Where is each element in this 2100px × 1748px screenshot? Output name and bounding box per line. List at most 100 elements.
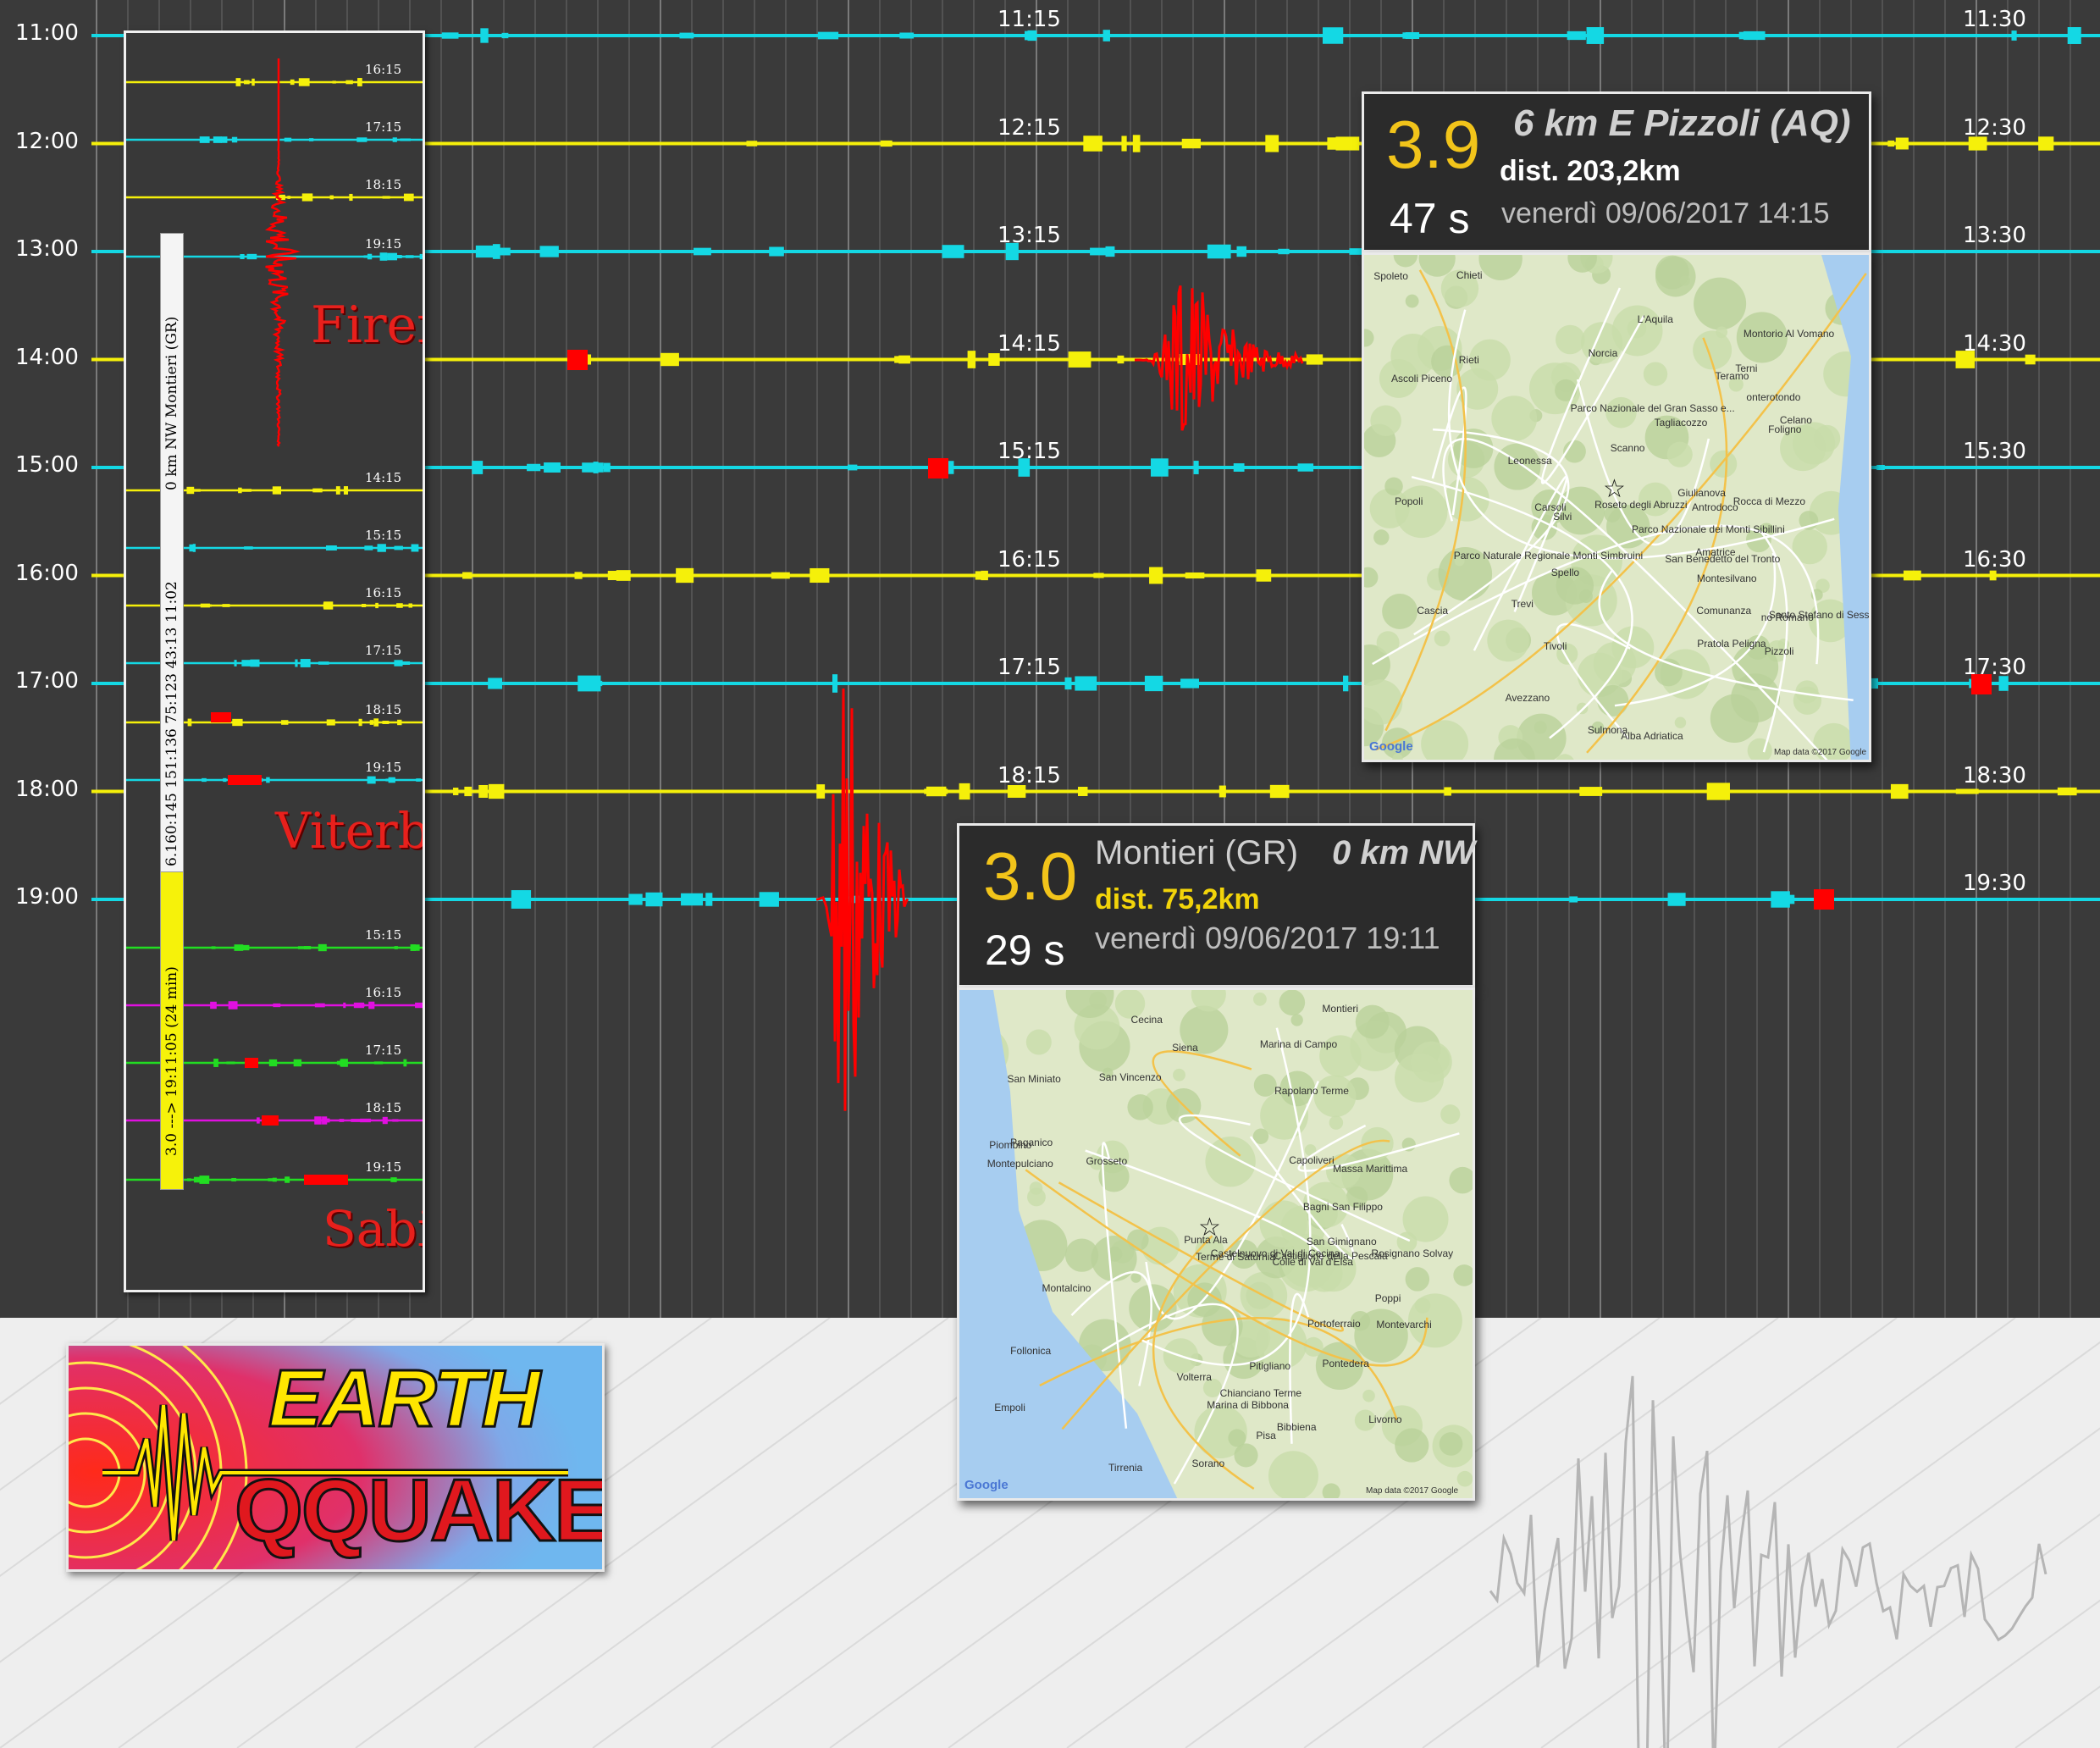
map-vegetation — [1025, 1029, 1052, 1055]
map-place-label: Pontedera — [1322, 1358, 1369, 1370]
map-vegetation — [1322, 1483, 1340, 1498]
panel-burst — [367, 253, 373, 260]
map-vegetation — [1395, 485, 1448, 539]
map-vegetation — [1373, 529, 1390, 545]
panel-burst — [293, 1059, 302, 1067]
map-vegetation — [1655, 256, 1696, 297]
trace-burst — [1567, 30, 1586, 41]
event-card-pizzoli[interactable]: 3.9 6 km E Pizzoli (AQ) dist. 203,2km 47… — [1362, 91, 1871, 252]
map-place-label: Parco Nazionale del Gran Sasso e... — [1570, 401, 1735, 414]
panel-time-label: 19:15 — [365, 236, 402, 252]
map-vegetation — [1402, 1196, 1449, 1242]
map-pizzoli[interactable]: Spello Foligno Trevi Parco Nazionale dei Mo… — [1362, 252, 1871, 762]
panel-burst — [343, 1002, 346, 1009]
trace-burst — [681, 893, 704, 906]
panel-burst — [323, 601, 334, 610]
right-label: 19:30 — [1963, 871, 2026, 896]
panel-burst — [392, 1119, 399, 1122]
panel-time-label: 17:15 — [365, 119, 402, 135]
panel-burst — [367, 776, 376, 784]
map-place-label: San Miniato — [1007, 1072, 1061, 1085]
trace-burst — [2025, 354, 2036, 365]
trace-burst — [645, 892, 663, 907]
map-place-label: Livorno — [1368, 1413, 1402, 1426]
panel-burst — [356, 137, 368, 142]
hour-label: 14:00 — [15, 344, 79, 370]
panel-burst — [295, 659, 298, 667]
trace-burst — [1306, 354, 1324, 365]
panel-burst — [189, 544, 194, 552]
map-place-label: Pitigliano — [1249, 1360, 1291, 1373]
panel-burst — [405, 255, 414, 258]
trace-burst — [1405, 31, 1420, 40]
map-vegetation — [1405, 1267, 1430, 1292]
trace-burst — [926, 786, 947, 797]
right-label: 17:30 — [1963, 655, 2026, 680]
panel-burst — [318, 943, 327, 952]
map-place-label: Ascoli Piceno — [1390, 373, 1453, 385]
map-vegetation — [1290, 1014, 1303, 1026]
panel-burst — [298, 78, 310, 86]
panel-burst — [382, 721, 390, 724]
logo-word-earth: EARTH — [268, 1352, 542, 1446]
map-vegetation — [1390, 334, 1436, 379]
panel-burst — [394, 545, 403, 550]
trace-burst — [1269, 784, 1290, 799]
panel-burst — [373, 718, 379, 727]
map-vegetation — [1674, 716, 1687, 728]
mid-label: 12:15 — [998, 114, 1061, 141]
panel-burst — [397, 719, 402, 726]
magnitude-value: 3.9 — [1386, 107, 1481, 182]
google-logo: Google — [1369, 739, 1413, 754]
map-montieri[interactable]: Pisa Empoli Poppi Bibbiena Pontedera San Mini… — [957, 987, 1475, 1501]
map-vegetation — [1643, 362, 1668, 386]
map-place-label: San Gimignano — [1306, 1235, 1377, 1247]
epicenter-star-icon: ☆ — [1198, 1214, 1221, 1242]
event-card-montieri[interactable]: 3.0 Montieri (GR) 0 km NW dist. 75,2km 2… — [957, 823, 1475, 987]
panel-burst — [303, 946, 312, 949]
panel-burst — [210, 1001, 217, 1010]
panel-burst — [312, 488, 323, 493]
right-label: 15:30 — [1963, 439, 2026, 464]
trace-burst — [1706, 783, 1730, 800]
panel-burst — [285, 1176, 290, 1183]
trace-burst — [847, 464, 858, 471]
panel-burst — [390, 1177, 397, 1182]
trace-burst — [1322, 27, 1344, 44]
trace-burst — [488, 678, 503, 689]
trace-burst — [452, 788, 459, 795]
trace-burst — [1903, 570, 1921, 581]
datetime-text: venerdì 09/06/2017 14:15 — [1501, 197, 1830, 230]
map-vegetation — [1795, 680, 1819, 704]
hour-label: 13:00 — [15, 236, 79, 262]
panel-burst — [314, 1116, 322, 1125]
trace-burst — [544, 462, 561, 473]
map-place-label: Tirrenia — [1108, 1461, 1143, 1474]
trace-burst — [975, 571, 982, 580]
map-vegetation — [1354, 1308, 1408, 1363]
panel-burst — [345, 80, 353, 85]
panel-burst — [268, 1178, 277, 1181]
trace-burst — [1233, 463, 1245, 472]
trace-burst — [594, 680, 603, 687]
panel-burst — [266, 777, 270, 783]
place-name: 6 km E Pizzoli (AQ) — [1513, 102, 1851, 144]
map-place-label: San Vincenzo — [1098, 1070, 1162, 1083]
panel-burst — [250, 659, 260, 667]
map-place-label: Rieti — [1458, 354, 1479, 367]
event-blip — [928, 458, 948, 478]
panel-burst — [360, 1118, 371, 1123]
trace-burst — [769, 246, 784, 257]
trace-burst — [574, 572, 583, 579]
trace-burst — [1024, 30, 1035, 41]
map-place-label: Capoliveri — [1289, 1153, 1335, 1166]
panel-burst — [309, 138, 314, 141]
trace-burst — [817, 31, 839, 40]
map-vegetation — [1173, 1068, 1185, 1081]
panel-time-label: 16:15 — [365, 985, 402, 1000]
panel-burst — [322, 1116, 328, 1125]
map-place-label: Castiglione della Pescaia — [1274, 1249, 1388, 1262]
hour-label: 18:00 — [15, 776, 79, 802]
map-place-label: Tivoli — [1543, 639, 1567, 652]
map-place-label: Bagni San Filippo — [1302, 1201, 1383, 1214]
